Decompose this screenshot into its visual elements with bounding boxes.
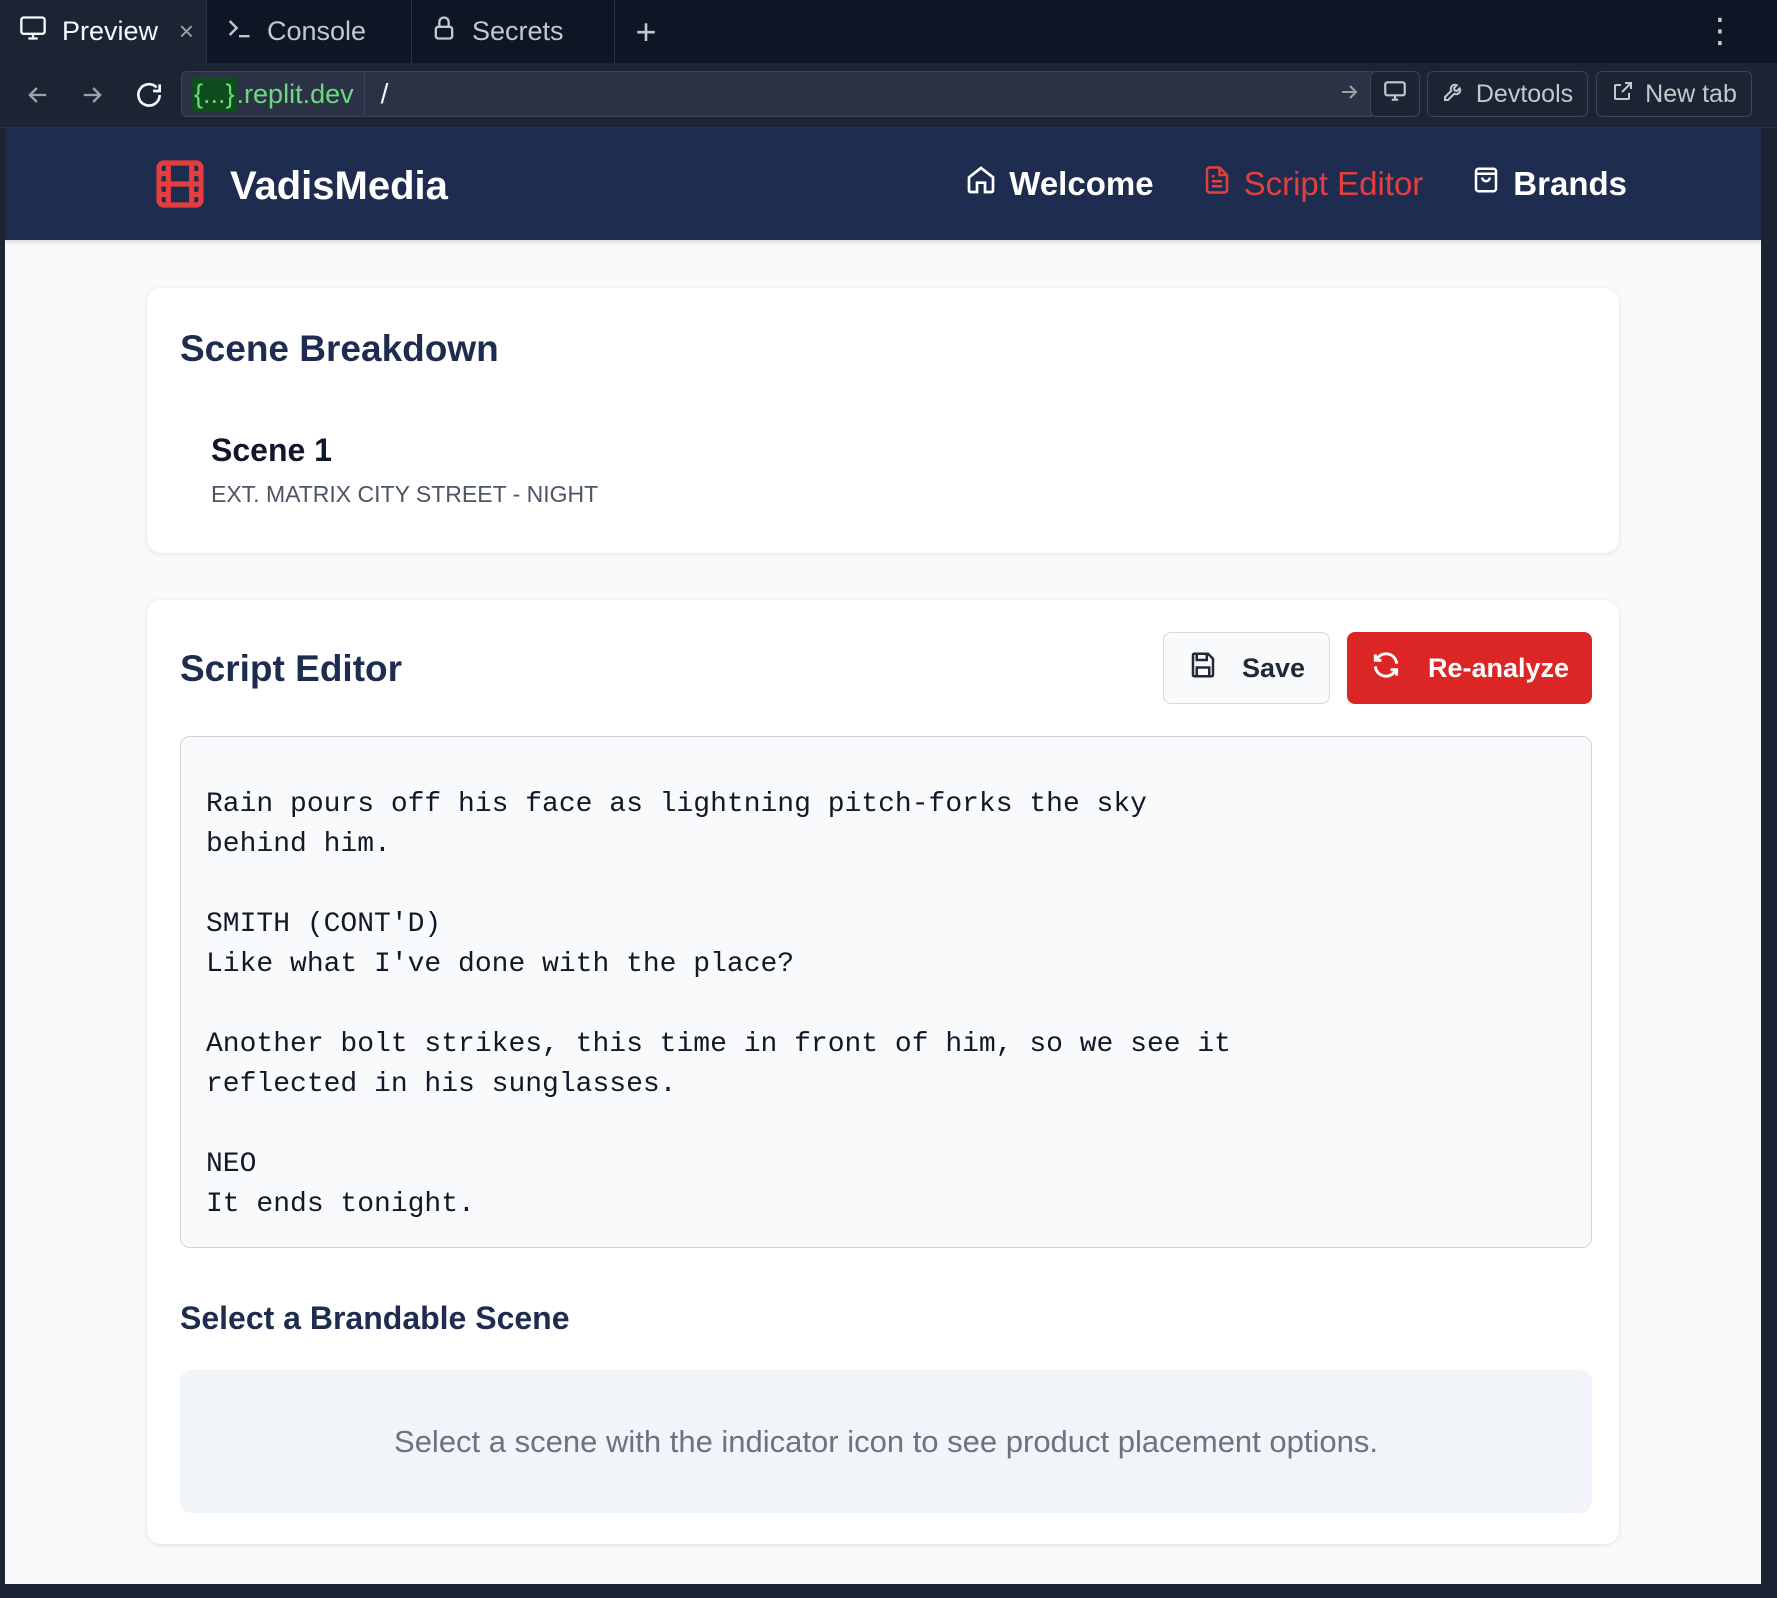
tab-label: Console xyxy=(267,16,367,46)
reload-icon[interactable] xyxy=(129,77,169,113)
url-host: {...} .replit.dev xyxy=(182,73,365,115)
go-arrow-icon[interactable] xyxy=(1337,80,1361,109)
monitor-icon xyxy=(18,14,48,49)
new-tab-button[interactable]: New tab xyxy=(1596,71,1752,117)
main-nav: Welcome Script Editor Brands xyxy=(965,128,1627,240)
external-link-icon xyxy=(1611,79,1635,110)
nav-label: Brands xyxy=(1513,165,1627,202)
new-tab-label: New tab xyxy=(1645,79,1737,108)
nav-label: Script Editor xyxy=(1243,165,1424,202)
script-content: y Rain pours off his face as lightning p… xyxy=(206,737,1231,1220)
brand-name: VadisMedia xyxy=(230,164,448,208)
nav-welcome[interactable]: Welcome xyxy=(965,164,1154,204)
scene-list-item[interactable]: Scene 1 EXT. MATRIX CITY STREET - NIGHT xyxy=(211,432,598,508)
nav-script-editor[interactable]: Script Editor xyxy=(1202,164,1424,204)
close-icon[interactable]: × xyxy=(179,16,194,47)
save-label: Save xyxy=(1241,652,1306,683)
top-navbar: VadisMedia Welcome Script Editor Brands xyxy=(5,128,1761,240)
more-options-icon[interactable]: ⋮ xyxy=(1703,14,1737,48)
reanalyze-label: Re-analyze xyxy=(1427,652,1570,683)
url-host-suffix: .replit.dev xyxy=(236,78,354,109)
scene-slugline: EXT. MATRIX CITY STREET - NIGHT xyxy=(211,481,599,507)
home-icon xyxy=(965,164,997,204)
devtools-button[interactable]: Devtools xyxy=(1427,71,1588,117)
brandable-scene-title: Select a Brandable Scene xyxy=(180,1300,570,1336)
nav-label: Welcome xyxy=(1009,165,1154,202)
script-textarea[interactable]: y Rain pours off his face as lightning p… xyxy=(180,736,1592,1248)
url-path[interactable]: / xyxy=(381,78,1337,110)
app-viewport: VadisMedia Welcome Script Editor Brands xyxy=(5,128,1761,1584)
tab-bar: Preview × Console Secrets + ⋮ xyxy=(0,0,1777,63)
forward-arrow-icon[interactable] xyxy=(72,77,112,113)
wrench-icon xyxy=(1442,79,1466,110)
brand[interactable]: VadisMedia xyxy=(152,156,448,217)
device-preview-button[interactable] xyxy=(1370,71,1420,117)
monitor-icon xyxy=(1382,78,1408,111)
new-tab-plus-button[interactable]: + xyxy=(615,0,677,63)
back-arrow-icon[interactable] xyxy=(18,77,58,113)
brandable-empty-state: Select a scene with the indicator icon t… xyxy=(180,1370,1592,1513)
script-editor-title: Script Editor xyxy=(180,648,403,689)
scene-breakdown-title: Scene Breakdown xyxy=(180,328,499,369)
reanalyze-button[interactable]: Re-analyze xyxy=(1347,632,1592,704)
empty-state-message: Select a scene with the indicator icon t… xyxy=(394,1423,1378,1459)
terminal-icon xyxy=(225,14,253,49)
url-host-prefix: {...} xyxy=(192,76,237,112)
lock-icon xyxy=(430,13,458,50)
script-editor-card: Script Editor Save Re-analyze y Rain pou… xyxy=(147,600,1619,1544)
refresh-icon xyxy=(1370,649,1402,688)
address-bar: {...} .replit.dev / Devtools New tab xyxy=(0,63,1777,128)
save-button[interactable]: Save xyxy=(1163,632,1330,704)
tab-secrets[interactable]: Secrets xyxy=(412,0,615,63)
nav-brands[interactable]: Brands xyxy=(1471,164,1627,204)
scene-breakdown-card: Scene Breakdown Scene 1 EXT. MATRIX CITY… xyxy=(147,288,1619,553)
tab-label: Secrets xyxy=(472,16,564,46)
shopping-bag-icon xyxy=(1471,164,1501,204)
save-icon xyxy=(1188,650,1218,687)
file-text-icon xyxy=(1202,164,1232,204)
tab-preview[interactable]: Preview × xyxy=(0,0,207,63)
tab-label: Preview xyxy=(62,16,159,46)
scene-title: Scene 1 xyxy=(211,432,332,468)
film-icon xyxy=(152,156,208,217)
url-field[interactable]: {...} .replit.dev / xyxy=(181,71,1376,117)
tab-console[interactable]: Console xyxy=(207,0,412,63)
devtools-label: Devtools xyxy=(1475,79,1574,108)
